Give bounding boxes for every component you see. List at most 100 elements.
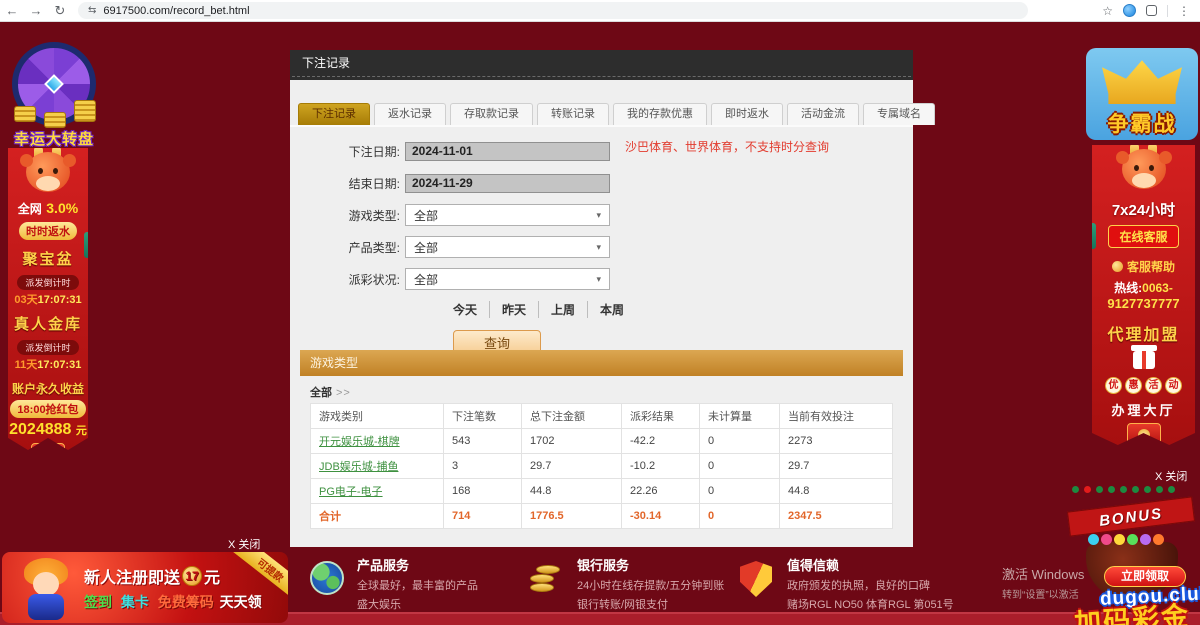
close-newbie-banner-button[interactable]: X 关闭 (228, 536, 260, 552)
extension-globe-icon[interactable] (1123, 4, 1136, 17)
tassel-decoration (1088, 223, 1096, 249)
dragon-mascot (18, 146, 78, 200)
quick-link-last-week[interactable]: 上周 (539, 301, 588, 318)
site-info-icon[interactable]: ⇆ (88, 5, 96, 16)
tab-deposit-promos[interactable]: 我的存款优惠 (613, 103, 707, 125)
battle-title: 争霸战 (1086, 108, 1198, 138)
hotline-number: 9127737777 (1092, 296, 1195, 311)
tab-transfer-records[interactable]: 转账记录 (537, 103, 609, 125)
coins-icon (530, 561, 567, 598)
cell-value: 2273 (780, 429, 893, 454)
payout-status-value: 全部 (414, 271, 438, 288)
newbie-subline: 签到 集卡 免费筹码 天天领 (84, 592, 262, 612)
bonus-jackpot-banner[interactable]: BONUS 立即领取 dugou.club 加码彩金 (1058, 498, 1200, 625)
carousel-dot[interactable] (1108, 486, 1115, 493)
carousel-dot[interactable] (1120, 486, 1127, 493)
rebate-pill: 时时返水 (19, 222, 77, 240)
tassel-decoration (84, 232, 92, 258)
footer-trust: 值得信赖 政府颁发的执照，良好的口碑 赌场RGL NO50 体育RGL 第051… (740, 555, 954, 616)
footer-banking: 银行服务 24小时在线存提款/五分钟到账 银行转账/网银支付 (530, 555, 724, 616)
cell-value: 543 (444, 429, 522, 454)
footer-line: 全球最好，最丰富的产品 (357, 577, 478, 596)
globe-icon (310, 561, 347, 598)
cell-value: 29.7 (780, 454, 893, 479)
carousel-dot[interactable] (1144, 486, 1151, 493)
chevron-down-icon: ▾ (596, 242, 601, 253)
cell-value: 3 (444, 454, 522, 479)
col-payout-result: 派彩结果 (622, 404, 700, 429)
game-link-jdb[interactable]: JDB娱乐城-捕鱼 (319, 461, 398, 473)
col-uncounted: 未计算量 (700, 404, 780, 429)
menu-dots-icon[interactable]: ⋮ (1178, 4, 1190, 18)
filter-all-link[interactable]: 全部>> (310, 384, 351, 400)
col-game-category: 游戏类别 (311, 404, 444, 429)
live-vault-title: 真人金库 (8, 313, 88, 334)
carousel-dot[interactable] (1132, 486, 1139, 493)
game-type-select[interactable]: 全部 ▾ (405, 204, 610, 226)
game-link-pg[interactable]: PG电子-电子 (319, 486, 383, 498)
filter-all-label: 全部 (310, 387, 332, 399)
end-date-label: 结束日期: (338, 175, 400, 192)
cell-value: -42.2 (622, 429, 700, 454)
close-bonus-banner-button[interactable]: X 关闭 (1155, 468, 1187, 484)
countdown-2: 11天17:07:31 (8, 356, 88, 372)
cell-value: 44.8 (522, 479, 622, 504)
end-date-input[interactable]: 2024-11-29 (405, 174, 610, 193)
tab-rebate-records[interactable]: 返水记录 (374, 103, 446, 125)
close-rebate-banner-button[interactable]: ⊗关闭 (23, 473, 72, 491)
tab-exclusive-domain[interactable]: 专属域名 (863, 103, 935, 125)
footer-line: 银行转账/网银支付 (577, 596, 724, 615)
divider (1167, 5, 1168, 17)
battle-event-banner[interactable]: 争霸战 (1086, 48, 1198, 140)
service-promo-banner[interactable]: 7x24小时 在线客服 客服帮助 热线:0063- 9127737777 代理加… (1092, 145, 1195, 445)
game-link-kaiyuan[interactable]: 开元娱乐城-棋牌 (319, 436, 400, 448)
product-type-value: 全部 (414, 239, 438, 256)
footer-line: 赌场RGL NO50 体育RGL 第051号 (787, 596, 954, 615)
payout-status-select[interactable]: 全部 ▾ (405, 268, 610, 290)
rebate-promo-banner[interactable]: 全网 3.0% 时时返水 聚宝盆 派发倒计时 03天17:07:31 真人金库 … (8, 148, 88, 450)
table-header-row: 游戏类别 下注笔数 总下注金额 派彩结果 未计算量 当前有效投注 (311, 404, 893, 429)
product-type-label: 产品类型: (338, 239, 400, 256)
carousel-dot[interactable] (1072, 486, 1079, 493)
online-service-pill[interactable]: 在线客服 (1108, 225, 1178, 248)
product-type-select[interactable]: 全部 ▾ (405, 236, 610, 258)
col-valid-bet: 当前有效投注 (780, 404, 893, 429)
claim-now-button[interactable]: 立即领取 (1104, 566, 1186, 587)
quick-link-today[interactable]: 今天 (453, 301, 490, 318)
carousel-dot[interactable] (1168, 486, 1175, 493)
table-row: JDB娱乐城-捕鱼 3 29.7 -10.2 0 29.7 (311, 454, 893, 479)
tab-deposit-withdraw-records[interactable]: 存取款记录 (450, 103, 533, 125)
tab-bet-records[interactable]: 下注记录 (298, 103, 370, 125)
service-help-label: 客服帮助 (1127, 258, 1175, 275)
back-icon[interactable]: ← (0, 3, 24, 18)
url-bar[interactable]: ⇆ 6917500.com/record_bet.html (78, 2, 1028, 19)
tab-instant-rebate[interactable]: 即时返水 (711, 103, 783, 125)
lucky-wheel-banner[interactable]: 幸运大转盘 (4, 42, 104, 149)
countdown-label: 派发倒计时 (17, 340, 78, 355)
reload-icon[interactable]: ↻ (48, 3, 72, 19)
cell-value: 22.26 (622, 479, 700, 504)
start-date-input[interactable]: 2024-11-01 (405, 142, 610, 161)
service-hours: 7x24小时 (1092, 199, 1195, 220)
total-value: 2347.5 (780, 504, 893, 529)
total-value: -30.14 (622, 504, 700, 529)
bet-record-panel: 下注记录 下注记录 返水记录 存取款记录 转账记录 我的存款优惠 即时返水 活动… (290, 50, 913, 547)
bookmark-star-icon[interactable]: ☆ (1102, 4, 1113, 18)
sports-query-note: 沙巴体育、世界体育，不支持时分查询 (625, 138, 829, 155)
tab-activity-flow[interactable]: 活动金流 (787, 103, 859, 125)
carousel-dot[interactable] (1096, 486, 1103, 493)
coin-stack-icon (44, 112, 66, 128)
quick-link-yesterday[interactable]: 昨天 (490, 301, 539, 318)
cell-value: 29.7 (522, 454, 622, 479)
game-type-value: 全部 (414, 207, 438, 224)
carousel-dot-active[interactable] (1084, 486, 1091, 493)
forward-icon[interactable]: → (24, 3, 48, 18)
downloads-icon[interactable] (1146, 5, 1157, 16)
total-value: 714 (444, 504, 522, 529)
quick-link-this-week[interactable]: 本周 (588, 301, 636, 318)
footer-line: 政府颁发的执照，良好的口碑 (787, 577, 954, 596)
carousel-dot[interactable] (1156, 486, 1163, 493)
hotline-prefix: 0063- (1142, 281, 1173, 295)
newbie-bonus-banner[interactable]: 新人注册即送 17 元 签到 集卡 免费筹码 天天领 可提款 (2, 552, 288, 623)
panel-title: 下注记录 (290, 50, 913, 80)
